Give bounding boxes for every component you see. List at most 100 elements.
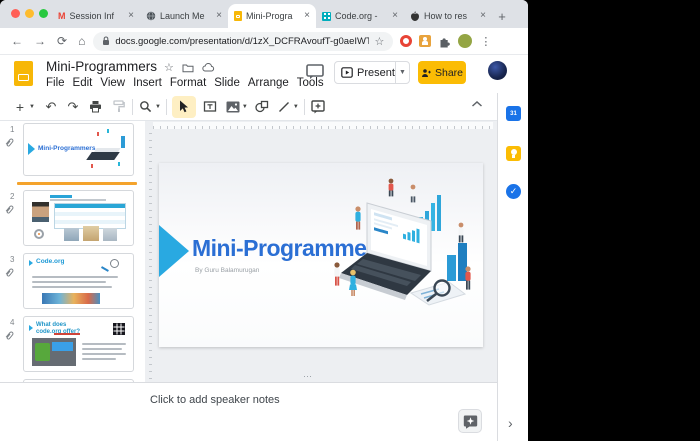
notes-resize-handle[interactable]: ⋯	[303, 371, 314, 382]
tab-launch-meeting[interactable]: Launch Me ×	[140, 4, 228, 28]
thumb-title: Mini-Programmers	[38, 145, 95, 152]
slide-illustration	[311, 169, 483, 341]
new-tab-button[interactable]: +	[492, 4, 512, 28]
browser-profile-avatar[interactable]	[458, 34, 472, 48]
thumb-decor	[83, 226, 99, 241]
home-button[interactable]: ⌂	[78, 35, 85, 47]
traffic-light-zoom[interactable]	[39, 9, 48, 18]
undo-button[interactable]: ↶	[43, 96, 59, 118]
explore-button[interactable]	[458, 409, 482, 433]
traffic-light-close[interactable]	[11, 9, 20, 18]
side-panel-collapse-chevron-icon[interactable]: ›	[508, 415, 513, 431]
slide-thumbnail-4[interactable]: What doescode.org offer?	[23, 316, 134, 372]
insert-shape-button[interactable]	[254, 96, 270, 118]
cloud-status-icon[interactable]	[202, 63, 215, 72]
menu-edit[interactable]: Edit	[73, 77, 93, 89]
new-slide-caret-icon[interactable]: ▼	[29, 104, 35, 110]
document-title[interactable]: Mini-Programmers	[46, 59, 157, 74]
edit-toolbar: + ▼ ↶ ↷ ▼ ▼ ▼	[0, 93, 497, 121]
redo-button[interactable]: ↷	[65, 96, 81, 118]
thumb-decor	[82, 358, 116, 360]
select-tool-button[interactable]	[172, 96, 196, 118]
lock-icon	[102, 36, 110, 46]
reload-button[interactable]: ⟳	[57, 35, 67, 47]
thumb-title: Code.org	[36, 258, 65, 265]
menu-arrange[interactable]: Arrange	[248, 77, 289, 89]
keep-icon[interactable]	[506, 146, 521, 161]
toolbar-divider	[132, 99, 133, 115]
print-button[interactable]	[88, 96, 104, 118]
speaker-notes-placeholder[interactable]: Click to add speaker notes	[150, 394, 280, 406]
new-slide-button[interactable]: +	[12, 96, 28, 118]
tab-row: M Session Inf × Launch Me × Mini-Progra …	[52, 4, 512, 28]
extensions-puzzle-icon[interactable]	[438, 35, 451, 48]
url-field[interactable]: docs.google.com/presentation/d/1zX_DCFRA…	[93, 32, 393, 51]
extension-orange-icon[interactable]	[419, 35, 431, 47]
text-box-tool-button[interactable]	[202, 96, 218, 118]
slide-thumbnail-3[interactable]: Code.org	[23, 253, 134, 309]
menu-format[interactable]: Format	[170, 77, 206, 89]
thumb-decor	[28, 143, 35, 155]
insert-image-caret-icon[interactable]: ▼	[242, 104, 248, 110]
close-icon[interactable]: ×	[216, 11, 222, 21]
thumb-decor	[32, 286, 112, 288]
title-actions: ☆	[164, 61, 215, 74]
codeorg-icon	[322, 12, 331, 21]
transition-icon	[5, 330, 14, 341]
tab-codeorg[interactable]: Code.org - ×	[316, 4, 404, 28]
account-avatar[interactable]	[488, 61, 507, 80]
extension-red-icon[interactable]	[400, 35, 412, 47]
menu-view[interactable]: View	[100, 77, 125, 89]
insert-image-button[interactable]	[225, 96, 241, 118]
close-icon[interactable]: ×	[480, 11, 486, 21]
paint-format-button[interactable]	[111, 96, 127, 118]
calendar-icon[interactable]: 31	[506, 106, 521, 121]
slide-thumbnail-2[interactable]	[23, 190, 134, 246]
tab-how-to[interactable]: How to res ×	[404, 4, 492, 28]
close-icon[interactable]: ×	[128, 11, 134, 21]
apple-icon	[410, 11, 420, 22]
forward-button[interactable]: →	[34, 35, 46, 47]
slide-page[interactable]: Mini-Programmers By Guru Balamurugan	[159, 163, 483, 347]
zoom-tool-button[interactable]	[138, 96, 154, 118]
transition-icon	[5, 137, 14, 148]
menu-file[interactable]: File	[46, 77, 65, 89]
browser-window: M Session Inf × Launch Me × Mini-Progra …	[0, 0, 528, 441]
thumb-decor	[97, 132, 100, 136]
close-icon[interactable]: ×	[304, 11, 310, 21]
move-folder-icon[interactable]	[182, 63, 194, 73]
slide-subtitle-text[interactable]: By Guru Balamurugan	[195, 267, 259, 274]
browser-menu-icon[interactable]: ⋮	[480, 35, 491, 48]
gmail-icon: M	[58, 11, 66, 21]
tasks-icon[interactable]: ✓	[506, 184, 521, 199]
slide-number: 2	[10, 192, 14, 201]
back-button[interactable]: ←	[11, 35, 23, 47]
bookmark-star-icon[interactable]: ☆	[374, 35, 384, 48]
close-icon[interactable]: ×	[392, 11, 398, 21]
comments-icon[interactable]	[306, 64, 324, 80]
collapse-toolbar-chevron-icon[interactable]	[471, 100, 483, 108]
present-dropdown[interactable]: ▼	[395, 62, 409, 83]
menu-insert[interactable]: Insert	[133, 77, 162, 89]
share-button[interactable]: Share	[418, 61, 466, 84]
transition-icon	[5, 267, 14, 278]
tab-label: Mini-Progra	[246, 11, 300, 21]
address-bar: ← → ⟳ ⌂ docs.google.com/presentation/d/1…	[0, 28, 528, 55]
present-button[interactable]: Present ▼	[334, 61, 410, 84]
insert-line-button[interactable]	[276, 96, 292, 118]
traffic-light-minimize[interactable]	[25, 9, 34, 18]
star-document-icon[interactable]: ☆	[164, 61, 174, 74]
thumb-decor	[101, 266, 109, 272]
speaker-notes-area[interactable]: Click to add speaker notes	[0, 382, 497, 441]
menu-slide[interactable]: Slide	[214, 77, 240, 89]
insert-line-caret-icon[interactable]: ▼	[293, 104, 299, 110]
slide-number: 1	[10, 125, 14, 134]
tab-session-info[interactable]: M Session Inf ×	[52, 4, 140, 28]
insert-comment-button[interactable]	[310, 96, 326, 118]
slide-thumbnail-1[interactable]: Mini-Programmers	[23, 123, 134, 176]
slide-arrow-shape[interactable]	[159, 225, 189, 277]
tab-mini-programmers-active[interactable]: Mini-Progra ×	[228, 4, 316, 28]
toolbar-divider	[304, 99, 305, 115]
zoom-caret-icon[interactable]: ▼	[155, 104, 161, 110]
transition-icon	[5, 204, 14, 215]
